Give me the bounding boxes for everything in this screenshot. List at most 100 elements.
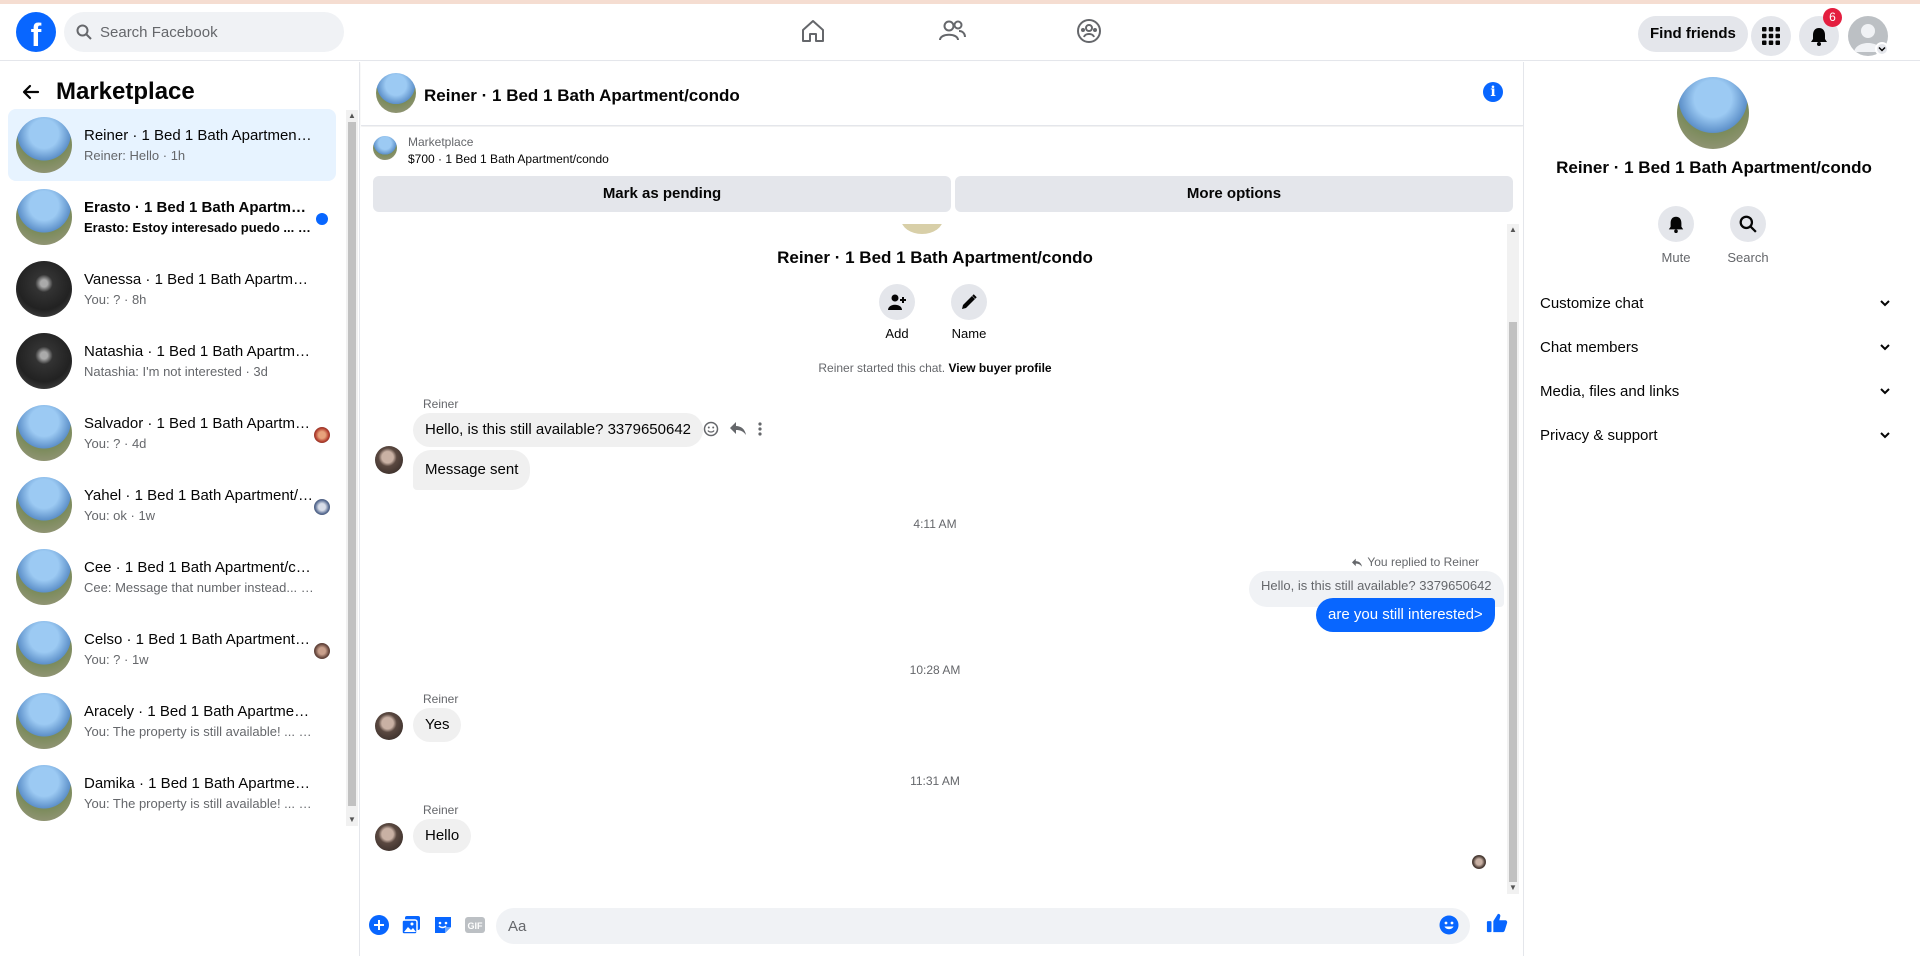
message-bubble[interactable]: Hello, is this still available? 33796506… <box>413 413 704 447</box>
mark-as-pending-button[interactable]: Mark as pending <box>373 176 951 212</box>
section-customize-chat[interactable]: Customize chat <box>1540 283 1892 323</box>
emoji-icon[interactable] <box>1438 914 1460 936</box>
chat-panel: Reiner · 1 Bed 1 Bath Apartment/condo i … <box>361 62 1523 956</box>
details-avatar[interactable] <box>1677 77 1749 149</box>
gif-icon[interactable]: GIF <box>464 914 486 936</box>
conversation-name: Celso · 1 Bed 1 Bath Apartment/condo <box>84 631 314 648</box>
chevron-down-icon[interactable] <box>1875 42 1889 56</box>
message-thread: Reiner · 1 Bed 1 Bath Apartment/condo Ad… <box>361 224 1509 894</box>
listing-thumbnail <box>16 621 72 677</box>
timestamp: 4:11 AM <box>913 517 957 531</box>
sender-name: Reiner <box>423 397 459 411</box>
listing-price-title[interactable]: $700 · 1 Bed 1 Bath Apartment/condo <box>408 152 609 166</box>
sender-avatar[interactable] <box>375 823 403 851</box>
message-bubble[interactable]: Message sent <box>413 450 531 490</box>
mute-label: Mute <box>1661 250 1691 265</box>
listing-thumbnail <box>16 765 72 821</box>
details-title: Reiner · 1 Bed 1 Bath Apartment/condo <box>1556 158 1872 177</box>
chevron-down-icon <box>1878 428 1892 442</box>
conversation-item[interactable]: Yahel · 1 Bed 1 Bath Apartment/condo You:… <box>8 469 336 541</box>
facebook-logo[interactable]: f <box>16 12 56 52</box>
photo-icon[interactable] <box>400 914 422 936</box>
thumbs-up-icon[interactable] <box>1486 912 1508 934</box>
conversation-item[interactable]: Erasto · 1 Bed 1 Bath Apartment/condo Era… <box>8 181 336 253</box>
sender-avatar[interactable] <box>375 712 403 740</box>
info-icon[interactable]: i <box>1483 82 1503 102</box>
sender-avatar[interactable] <box>375 446 403 474</box>
message-actions <box>703 421 763 437</box>
search-box[interactable] <box>64 12 344 52</box>
started-text: Reiner started this chat. <box>818 361 946 375</box>
groups-icon[interactable] <box>1074 16 1104 46</box>
chat-header-title[interactable]: Reiner · 1 Bed 1 Bath Apartment/condo <box>424 86 740 106</box>
mute-button[interactable]: Mute <box>1646 206 1706 265</box>
bell-icon <box>1658 206 1694 242</box>
conversation-name: Damika · 1 Bed 1 Bath Apartment/condo <box>84 775 314 792</box>
search-input[interactable] <box>100 23 320 41</box>
seen-avatar <box>314 643 330 659</box>
message-bubble[interactable]: Hello <box>413 819 472 853</box>
section-label: Media, files and links <box>1540 382 1680 400</box>
conversation-name: Reiner · 1 Bed 1 Bath Apartment/condo <box>84 127 314 144</box>
scroll-down-arrow-icon[interactable]: ▼ <box>347 815 357 825</box>
conversation-name: Yahel · 1 Bed 1 Bath Apartment/condo <box>84 487 314 504</box>
chevron-down-icon <box>1878 296 1892 310</box>
message-bubble[interactable]: Yes <box>413 708 462 742</box>
search-conversation-button[interactable]: Search <box>1718 206 1778 265</box>
conversation-item[interactable]: Damika · 1 Bed 1 Bath Apartment/condo You… <box>8 757 336 829</box>
section-privacy-support[interactable]: Privacy & support <box>1540 415 1892 455</box>
scroll-up-arrow-icon[interactable]: ▲ <box>347 111 357 121</box>
chat-avatar[interactable] <box>376 73 416 113</box>
search-icon <box>1730 206 1766 242</box>
timestamp: 10:28 AM <box>909 663 961 677</box>
conversation-preview: Erasto: Estoy interesado puedo ... · 3h <box>84 220 314 235</box>
friends-icon[interactable] <box>937 16 967 46</box>
back-arrow-icon[interactable] <box>16 77 46 107</box>
conversation-preview: Reiner: Hello · 1h <box>84 148 186 163</box>
plus-circle-icon[interactable] <box>368 914 390 936</box>
scrollbar-thumb[interactable] <box>1509 322 1517 882</box>
view-buyer-profile-link[interactable]: View buyer profile <box>948 361 1051 375</box>
react-emoji-icon[interactable] <box>703 421 719 437</box>
conversation-item[interactable]: Vanessa · 1 Bed 1 Bath Apartment/condo Yo… <box>8 253 336 325</box>
sender-name: Reiner <box>423 692 459 706</box>
add-people-button[interactable]: Add <box>877 284 917 341</box>
reply-icon[interactable] <box>729 421 747 437</box>
sidebar-scrollbar[interactable]: ▲ ▼ <box>346 110 358 826</box>
listing-thumbnail <box>16 189 72 245</box>
listing-thumbnail <box>16 117 72 173</box>
conversation-details-panel: Reiner · 1 Bed 1 Bath Apartment/condo Mu… <box>1523 62 1920 956</box>
section-chat-members[interactable]: Chat members <box>1540 327 1892 367</box>
add-label: Add <box>885 326 909 341</box>
conversation-preview: You: ? · 4d <box>84 436 147 451</box>
scroll-up-arrow-icon[interactable]: ▲ <box>1508 225 1518 235</box>
conversation-item[interactable]: Celso · 1 Bed 1 Bath Apartment/condo You:… <box>8 613 336 685</box>
conversation-preview: You: The property is still available! ..… <box>84 724 314 739</box>
conversation-item[interactable]: Natashia · 1 Bed 1 Bath Apartment/condo N… <box>8 325 336 397</box>
pencil-icon <box>951 284 987 320</box>
conversation-item[interactable]: Salvador · 1 Bed 1 Bath Apartment/condo Y… <box>8 397 336 469</box>
scrollbar-thumb[interactable] <box>348 122 356 806</box>
chat-scrollbar[interactable]: ▲ ▼ <box>1507 224 1519 894</box>
sticker-icon[interactable] <box>432 914 454 936</box>
home-icon[interactable] <box>798 16 828 46</box>
my-message-bubble[interactable]: are you still interested> <box>1316 598 1495 632</box>
menu-grid-icon[interactable] <box>1751 16 1791 56</box>
section-media-files-links[interactable]: Media, files and links <box>1540 371 1892 411</box>
search-icon <box>76 24 92 40</box>
more-options-button[interactable]: More options <box>955 176 1513 212</box>
find-friends-button[interactable]: Find friends <box>1638 16 1748 52</box>
conversation-item[interactable]: Cee · 1 Bed 1 Bath Apartment/condo Cee: M… <box>8 541 336 613</box>
chevron-down-icon <box>1878 384 1892 398</box>
conversation-name: Aracely · 1 Bed 1 Bath Apartment/condo <box>84 703 314 720</box>
seen-avatar <box>314 427 330 443</box>
listing-thumbnail[interactable] <box>373 136 397 160</box>
scroll-down-arrow-icon[interactable]: ▼ <box>1508 883 1518 893</box>
edit-name-button[interactable]: Name <box>949 284 989 341</box>
message-input[interactable] <box>496 908 1470 944</box>
more-vertical-icon[interactable] <box>757 421 763 437</box>
conversation-item[interactable]: Aracely · 1 Bed 1 Bath Apartment/condo Yo… <box>8 685 336 757</box>
conversation-item[interactable]: Reiner · 1 Bed 1 Bath Apartment/condo Rei… <box>8 109 336 181</box>
chevron-down-icon <box>1878 340 1892 354</box>
add-person-icon <box>879 284 915 320</box>
